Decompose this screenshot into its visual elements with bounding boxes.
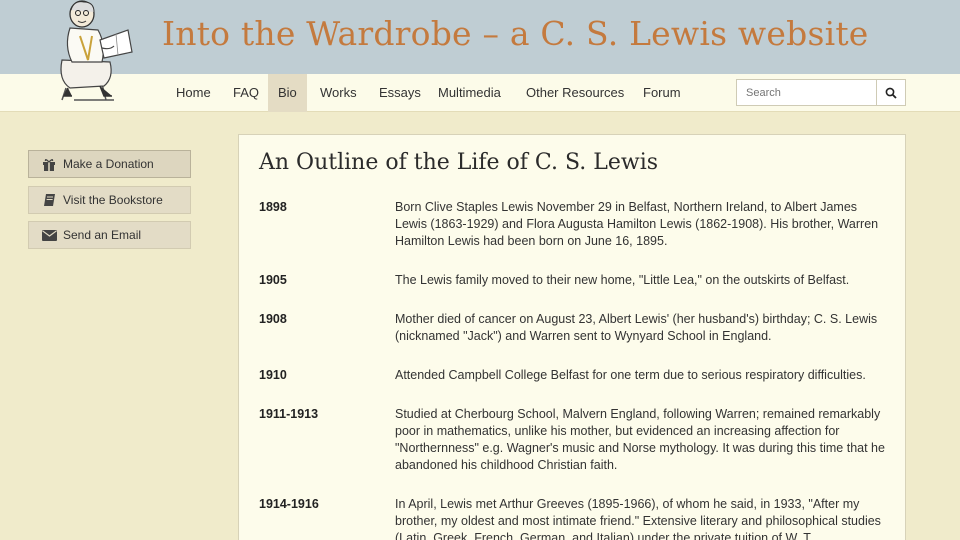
timeline-text: Studied at Cherbourg School, Malvern Eng… bbox=[395, 407, 885, 472]
cs-lewis-caricature-logo[interactable] bbox=[44, 0, 144, 106]
search-input[interactable] bbox=[737, 80, 876, 105]
visit-bookstore-button[interactable]: Visit the Bookstore bbox=[28, 186, 191, 214]
gift-icon bbox=[37, 158, 61, 171]
timeline-year: 1905 bbox=[259, 273, 287, 287]
site-title[interactable]: Into the Wardrobe – a C. S. Lewis websit… bbox=[162, 14, 869, 53]
nav-item-essays[interactable]: Essays bbox=[369, 74, 431, 112]
make-donation-button[interactable]: Make a Donation bbox=[28, 150, 191, 178]
timeline-year: 1911-1913 bbox=[259, 407, 319, 421]
header-banner: Into the Wardrobe – a C. S. Lewis websit… bbox=[0, 0, 960, 74]
envelope-icon bbox=[37, 229, 61, 241]
timeline-year: 1914-1916 bbox=[259, 497, 319, 511]
nav-item-faq[interactable]: FAQ bbox=[223, 74, 269, 112]
search-icon bbox=[885, 87, 897, 99]
timeline-text: The Lewis family moved to their new home… bbox=[395, 273, 850, 287]
timeline-text: Attended Campbell College Belfast for on… bbox=[395, 368, 866, 382]
nav-item-other-resources[interactable]: Other Resources bbox=[516, 74, 634, 112]
make-donation-label: Make a Donation bbox=[63, 157, 154, 171]
main-content-panel: An Outline of the Life of C. S. Lewis 18… bbox=[238, 134, 906, 540]
search-box bbox=[736, 79, 906, 106]
timeline-text: Mother died of cancer on August 23, Albe… bbox=[395, 312, 878, 343]
nav-item-bio[interactable]: Bio bbox=[268, 74, 307, 112]
send-email-button[interactable]: Send an Email bbox=[28, 221, 191, 249]
timeline-text: In April, Lewis met Arthur Greeves (1895… bbox=[395, 497, 881, 540]
nav-item-home[interactable]: Home bbox=[166, 74, 221, 112]
send-email-label: Send an Email bbox=[63, 228, 142, 242]
timeline-year: 1910 bbox=[259, 368, 287, 382]
search-button[interactable] bbox=[876, 80, 905, 105]
nav-item-multimedia[interactable]: Multimedia bbox=[428, 74, 511, 112]
timeline-year: 1908 bbox=[259, 312, 287, 326]
nav-item-forum[interactable]: Forum bbox=[633, 74, 691, 112]
timeline-text: Born Clive Staples Lewis November 29 in … bbox=[395, 200, 879, 248]
timeline-year: 1898 bbox=[259, 200, 287, 214]
page-title: An Outline of the Life of C. S. Lewis bbox=[259, 150, 659, 175]
book-icon bbox=[37, 193, 61, 207]
visit-bookstore-label: Visit the Bookstore bbox=[63, 193, 163, 207]
nav-item-works[interactable]: Works bbox=[310, 74, 367, 112]
